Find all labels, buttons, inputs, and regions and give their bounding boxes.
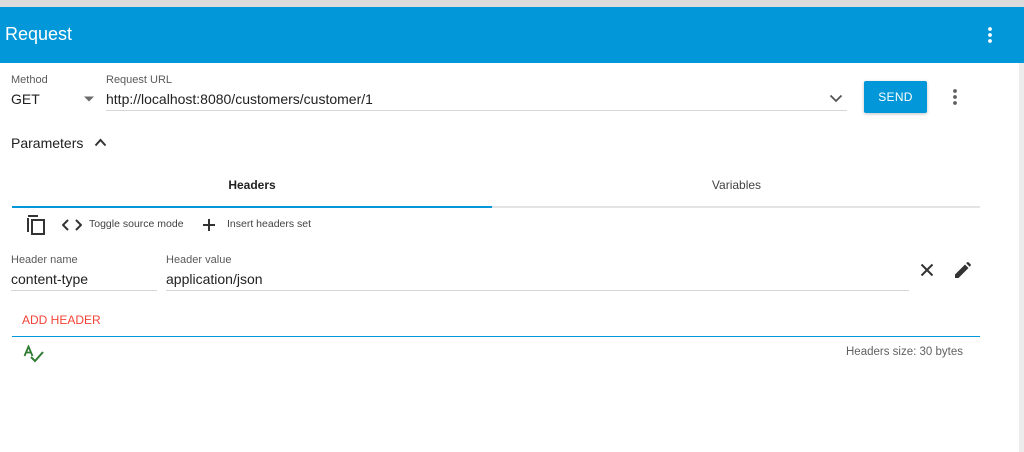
scrollbar[interactable] bbox=[1019, 63, 1024, 452]
method-select[interactable]: GET bbox=[11, 91, 40, 107]
tab-active-indicator bbox=[12, 206, 492, 208]
header-value-underline bbox=[166, 290, 909, 291]
header-name-underline bbox=[11, 290, 157, 291]
headers-size-text: Headers size: 30 bytes bbox=[846, 346, 963, 358]
header-name-label: Header name bbox=[11, 254, 78, 266]
plus-icon[interactable] bbox=[202, 218, 216, 232]
close-icon[interactable] bbox=[920, 263, 934, 277]
copy-icon[interactable] bbox=[26, 214, 46, 236]
app-bar: Request bbox=[0, 7, 1024, 63]
chevron-up-icon[interactable] bbox=[94, 138, 107, 147]
request-url-label: Request URL bbox=[106, 74, 173, 86]
method-label: Method bbox=[11, 74, 48, 86]
header-name-input[interactable]: content-type bbox=[11, 271, 88, 287]
add-header-button[interactable]: ADD HEADER bbox=[22, 313, 101, 327]
request-url-input[interactable]: http://localhost:8080/customers/customer… bbox=[106, 91, 373, 107]
header-value-label: Header value bbox=[166, 254, 232, 266]
header-value-input[interactable]: application/json bbox=[166, 271, 263, 287]
chevron-down-icon[interactable] bbox=[829, 94, 843, 103]
send-button[interactable]: SEND bbox=[864, 81, 927, 113]
code-icon[interactable] bbox=[62, 218, 82, 232]
tab-variables[interactable]: Variables bbox=[493, 164, 980, 206]
request-url-underline bbox=[106, 110, 847, 111]
headers-editor-bottom-line bbox=[12, 336, 980, 337]
parameters-title: Parameters bbox=[11, 135, 84, 151]
spellcheck-icon[interactable] bbox=[23, 345, 44, 363]
tab-headers[interactable]: Headers bbox=[12, 164, 492, 206]
window-top-strip bbox=[0, 0, 1024, 7]
more-vert-icon[interactable] bbox=[983, 25, 997, 45]
toggle-source-mode-button[interactable]: Toggle source mode bbox=[89, 218, 184, 230]
app-title: Request bbox=[5, 24, 73, 44]
insert-headers-set-button[interactable]: Insert headers set bbox=[227, 218, 311, 230]
pencil-icon[interactable] bbox=[954, 262, 971, 279]
arrow-drop-down-icon[interactable] bbox=[84, 96, 94, 102]
more-vert-icon[interactable] bbox=[948, 87, 962, 107]
